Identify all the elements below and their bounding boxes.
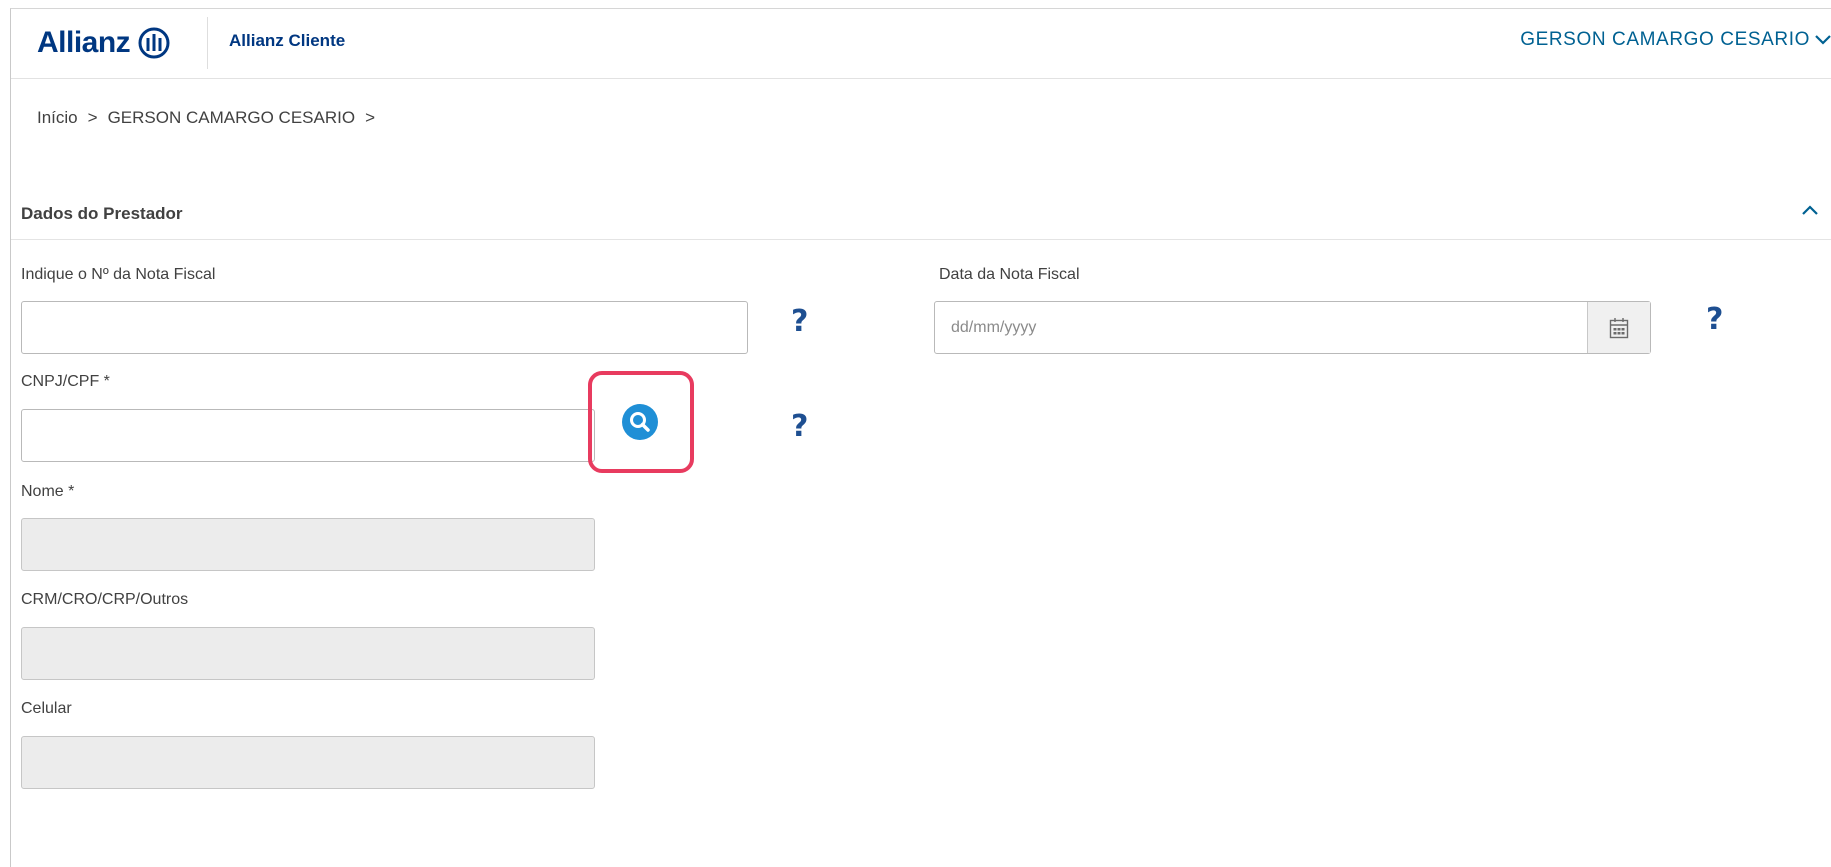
invoice-date-field [934, 301, 1651, 354]
cnpj-cpf-help-icon[interactable]: ? [791, 409, 808, 444]
calendar-button[interactable] [1587, 302, 1650, 353]
allianz-logo[interactable]: Allianz [37, 21, 170, 65]
invoice-date-label: Data da Nota Fiscal [939, 266, 1080, 283]
search-icon[interactable] [622, 404, 658, 440]
invoice-number-input[interactable] [21, 301, 748, 354]
invoice-number-help-icon[interactable]: ? [791, 304, 808, 339]
crm-label: CRM/CRO/CRP/Outros [21, 591, 189, 608]
header-divider [207, 17, 208, 69]
user-name: GERSON CAMARGO CESARIO [1520, 29, 1810, 50]
chevron-down-icon [1815, 35, 1831, 45]
cnpj-cpf-input[interactable] [21, 409, 595, 462]
app-name: Allianz Cliente [229, 31, 346, 50]
section-title: Dados do Prestador [21, 204, 183, 223]
chevron-up-icon[interactable] [1800, 203, 1820, 217]
section-divider [11, 239, 1831, 240]
top-header: Allianz Allianz Cliente GERSON CAMARGO C… [11, 9, 1831, 79]
invoice-date-input[interactable] [935, 302, 1587, 353]
user-menu[interactable]: GERSON CAMARGO CESARIO [1520, 29, 1831, 51]
app-frame: Allianz Allianz Cliente GERSON CAMARGO C… [10, 8, 1831, 867]
crm-input [21, 627, 595, 680]
breadcrumb-current[interactable]: GERSON CAMARGO CESARIO [108, 108, 355, 128]
phone-label: Celular [21, 700, 72, 717]
name-input [21, 518, 595, 571]
name-label: Nome * [21, 483, 75, 500]
breadcrumb-home[interactable]: Início [37, 108, 78, 128]
phone-input [21, 736, 595, 789]
breadcrumb-separator: > [87, 108, 98, 127]
logo-wordmark: Allianz [37, 26, 131, 59]
cnpj-cpf-label: CNPJ/CPF * [21, 373, 110, 390]
breadcrumb-separator: > [365, 108, 375, 127]
invoice-date-help-icon[interactable]: ? [1706, 302, 1723, 337]
invoice-number-label: Indique o Nº da Nota Fiscal [21, 266, 216, 283]
breadcrumb: Início > GERSON CAMARGO CESARIO > [37, 108, 375, 128]
calendar-icon [1609, 317, 1629, 338]
allianz-eagle-icon [138, 27, 170, 59]
